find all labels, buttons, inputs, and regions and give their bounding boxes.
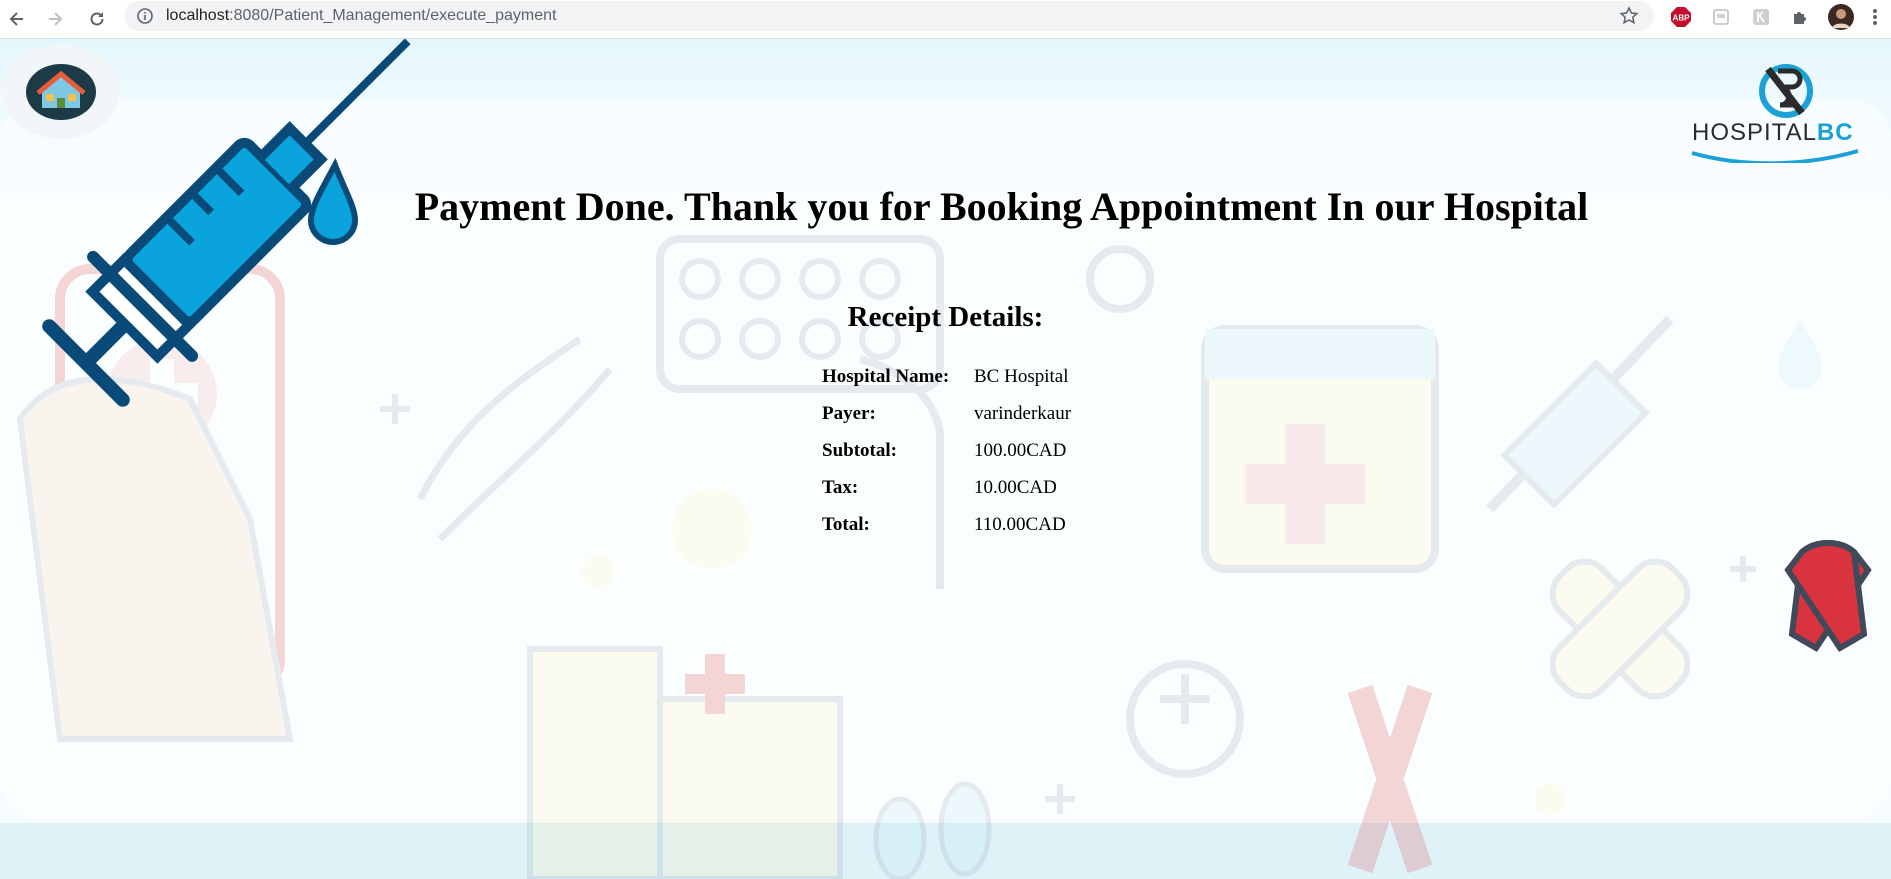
reload-icon[interactable] — [84, 6, 110, 32]
forward-arrow-icon[interactable] — [42, 6, 68, 32]
receipt-details-heading: Receipt Details: — [847, 301, 1044, 333]
awareness-ribbon-icon — [1784, 540, 1872, 653]
svg-text:ABP: ABP — [1673, 14, 1691, 23]
profile-avatar[interactable] — [1828, 4, 1854, 30]
receipt-label: Subtotal: — [822, 440, 897, 461]
bookmark-star-icon[interactable] — [1619, 6, 1639, 31]
receipt-value: varinderkaur — [974, 403, 1072, 424]
browser-menu-icon[interactable] — [1868, 6, 1882, 28]
receipt-value: 110.00CAD — [974, 514, 1066, 535]
logo-swoosh — [1691, 149, 1859, 163]
receipt-value: BC Hospital — [974, 366, 1069, 387]
back-arrow-icon[interactable] — [4, 6, 30, 32]
hospital-bc-logo[interactable]: HOSPITALBC — [1690, 61, 1862, 163]
receipt-row: Tax: 10.00CAD — [818, 477, 1079, 514]
address-bar[interactable]: localhost:8080/Patient_Management/execut… — [124, 1, 1654, 31]
page-body: HOSPITALBC Payment Done. Thank you for B… — [0, 39, 1891, 879]
receipt-row: Subtotal: 100.00CAD — [818, 440, 1079, 477]
receipt-label: Hospital Name: — [822, 366, 950, 387]
receipt-row: Total: 110.00CAD — [818, 514, 1079, 551]
extension-frame-icon[interactable] — [1710, 6, 1732, 28]
receipt-details-table: Hospital Name: BC Hospital Payer: varind… — [818, 366, 1079, 551]
extension-k-icon[interactable] — [1750, 6, 1772, 28]
receipt-row: Hospital Name: BC Hospital — [818, 366, 1079, 403]
adblock-plus-icon[interactable]: ABP — [1670, 6, 1692, 28]
site-info-icon[interactable] — [136, 7, 154, 30]
receipt-row: Payer: varinderkaur — [818, 403, 1079, 440]
receipt-label: Payer: — [822, 403, 876, 424]
extensions-puzzle-icon[interactable] — [1790, 6, 1812, 28]
receipt-label: Tax: — [822, 477, 859, 498]
receipt-label: Total: — [822, 514, 870, 535]
receipt-value: 100.00CAD — [974, 440, 1067, 461]
browser-toolbar: localhost:8080/Patient_Management/execut… — [0, 0, 1891, 39]
home-button[interactable] — [2, 45, 120, 139]
payment-confirmation-headline: Payment Done. Thank you for Booking Appo… — [414, 184, 1589, 229]
receipt-value: 10.00CAD — [974, 477, 1057, 498]
url-text[interactable]: localhost:8080/Patient_Management/execut… — [166, 7, 557, 25]
logo-wordmark: HOSPITALBC — [1692, 119, 1854, 146]
house-icon — [26, 64, 96, 120]
